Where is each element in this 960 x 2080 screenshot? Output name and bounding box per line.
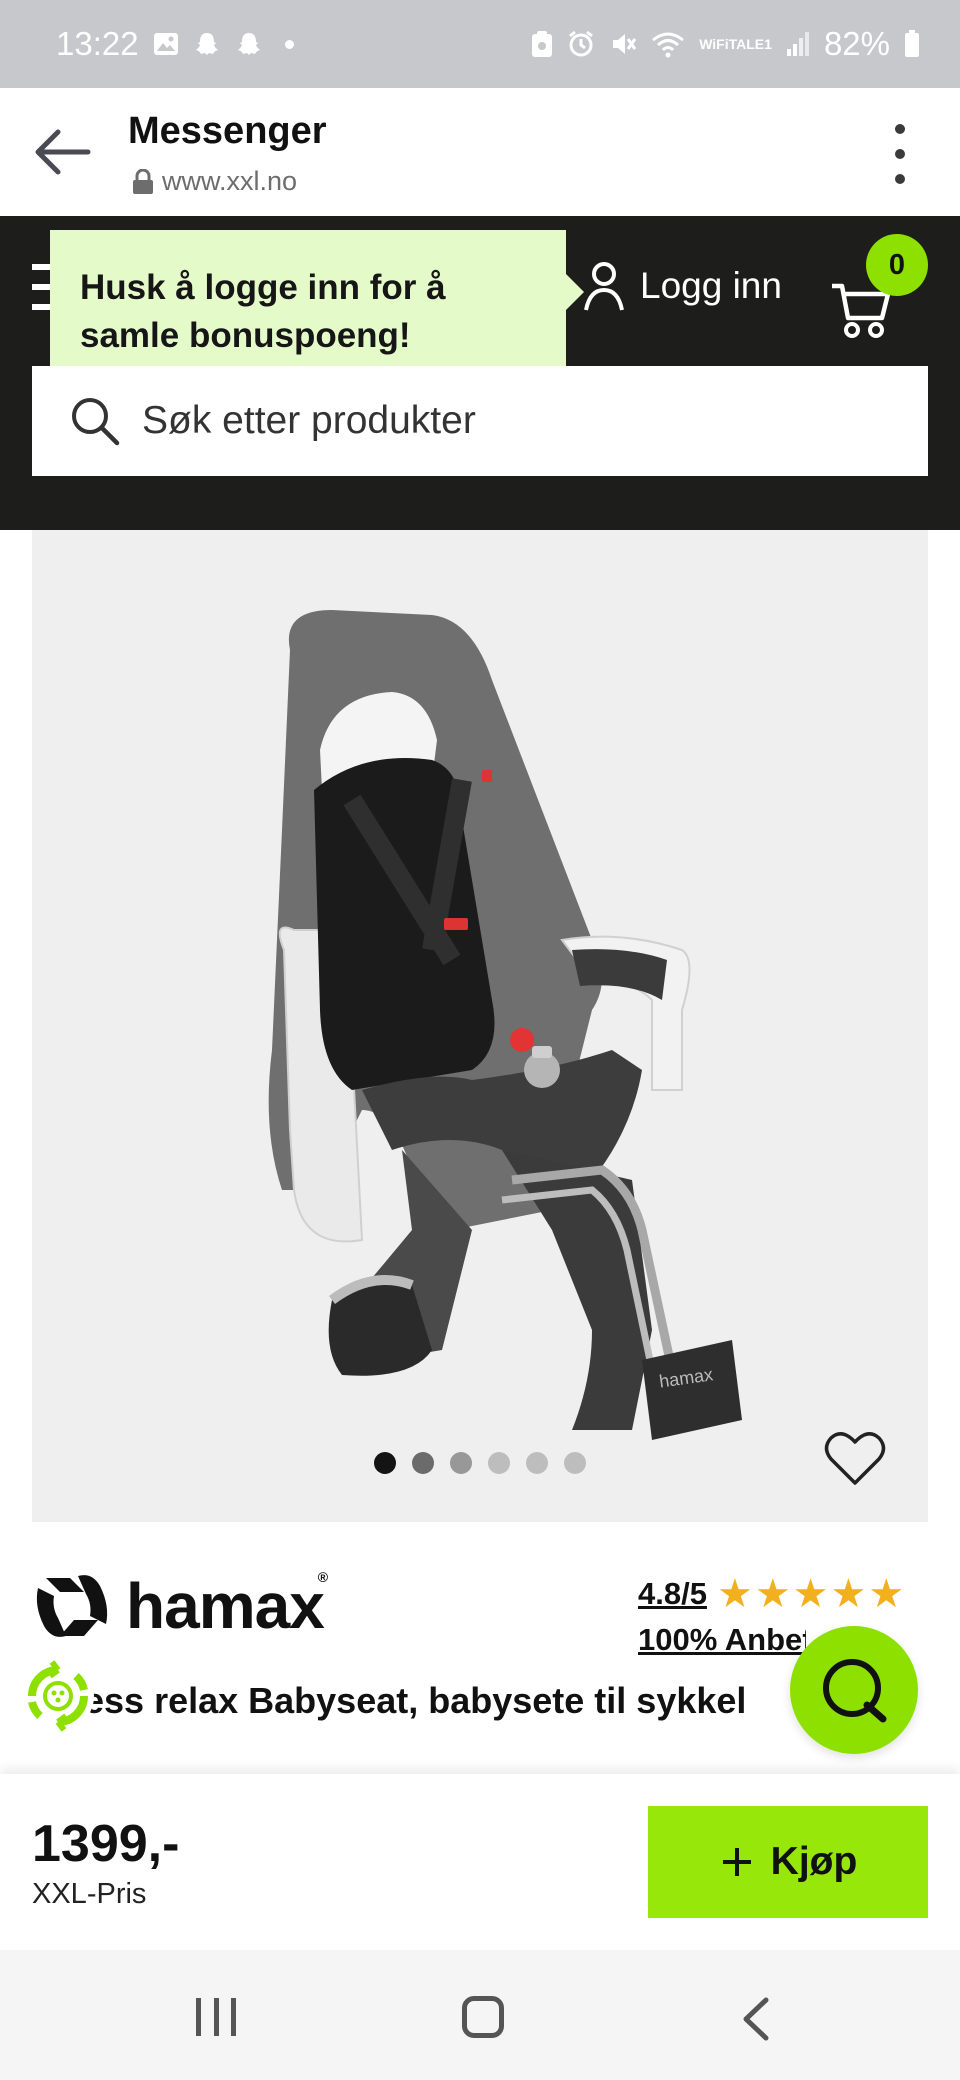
lock-icon [133,168,153,194]
star-rating: ★ ★ ★ ★ ★ [717,1574,904,1614]
chevron-left-icon [743,1997,769,2041]
mute-icon [609,30,637,58]
price-label: XXL-Pris [32,1878,147,1910]
browser-header: Messenger www.xxl.no [0,88,960,216]
signal-icon [786,31,810,57]
buy-bar: 1399,- XXL-Pris Kjøp [0,1774,960,1950]
eco-badge[interactable] [18,1656,98,1736]
carousel-dot[interactable] [374,1452,396,1474]
rating-value: 4.8/5 [638,1576,707,1611]
system-back-button[interactable] [736,1996,776,2042]
arrow-left-icon [35,129,91,175]
more-options-button[interactable] [888,124,912,184]
alarm-icon [567,30,595,58]
recycle-icon [22,1660,94,1732]
recommend-percentage[interactable]: 100% Anbefaler [638,1622,806,1658]
user-icon [584,262,624,311]
screen: 13:22 WiFi TALE1 82% Messenger www.xxl.n… [0,0,960,2080]
product-image: hamax [268,610,742,1440]
favorite-button[interactable] [824,1428,886,1490]
carousel-dot[interactable] [564,1452,586,1474]
snapchat-icon [235,30,263,58]
brand-name-text: hamax [126,1570,325,1642]
carousel-dot[interactable] [450,1452,472,1474]
browser-title: Messenger [128,110,327,152]
clipboard-icon [531,30,553,58]
carousel-dot[interactable] [412,1452,434,1474]
kebab-dot [895,124,905,134]
brand-name: hamax® [126,1569,328,1643]
home-button[interactable] [462,1996,504,2038]
kebab-dot [895,174,905,184]
search-icon [72,398,120,446]
status-bar: 13:22 WiFi TALE1 82% [0,0,960,88]
wifi-label-bottom: TALE1 [728,36,772,52]
rating[interactable]: 4.8/5 ★ ★ ★ ★ ★ [638,1574,904,1614]
registered-mark-icon: ® [317,1569,328,1585]
battery-percent: 82% [823,25,890,62]
wifi-label-top: WiFi [699,36,729,52]
buy-label: Kjøp [770,1840,858,1883]
product-title: ess relax Babyseat, babysete til sykkel [84,1680,747,1721]
recents-button[interactable] [196,1998,236,2038]
carousel-dot[interactable] [526,1452,548,1474]
carousel-dots [32,1452,928,1474]
heart-icon [824,1432,886,1485]
recents-line [213,1998,219,2036]
buy-button[interactable]: Kjøp [648,1806,928,1918]
login-reminder-tooltip: Husk å logge inn for å samle bonuspoeng! [50,230,584,388]
image-icon [153,31,179,57]
system-nav-bar [0,1950,960,2080]
search-input[interactable] [142,399,902,443]
clock: 13:22 [56,25,139,62]
star-icon: ★ [792,1572,829,1616]
browser-url[interactable]: www.xxl.no [132,166,297,197]
kebab-dot [895,149,905,159]
recents-line [196,1998,201,2036]
login-label: Logg inn [640,265,782,306]
url-text: www.xxl.no [162,166,298,196]
snapchat-icon [193,30,221,58]
recents-line [231,1998,236,2036]
brand-logo[interactable]: hamax® [32,1566,328,1646]
chat-icon [823,1659,887,1723]
site-header: Husk å logge inn for å samle bonuspoeng!… [0,216,960,530]
hamax-logo-icon [36,1575,108,1637]
search-bar[interactable] [32,366,928,476]
star-icon: ★ [830,1572,867,1616]
price: 1399,- [32,1815,180,1873]
back-button[interactable] [28,120,98,184]
product-image-gallery[interactable]: hamax [32,530,928,1522]
star-icon: ★ [716,1572,753,1616]
star-icon: ★ [868,1572,905,1616]
plus-icon [722,1848,751,1876]
wifi-icon [651,30,685,58]
battery-icon [904,30,920,58]
login-button[interactable]: Logg inn [582,260,782,312]
cart-count-badge: 0 [866,234,928,296]
carousel-dot[interactable] [488,1452,510,1474]
star-icon: ★ [754,1572,791,1616]
chat-button[interactable] [790,1626,918,1754]
wifi-label: WiFi TALE1 [699,37,772,51]
dot-icon [284,39,294,49]
